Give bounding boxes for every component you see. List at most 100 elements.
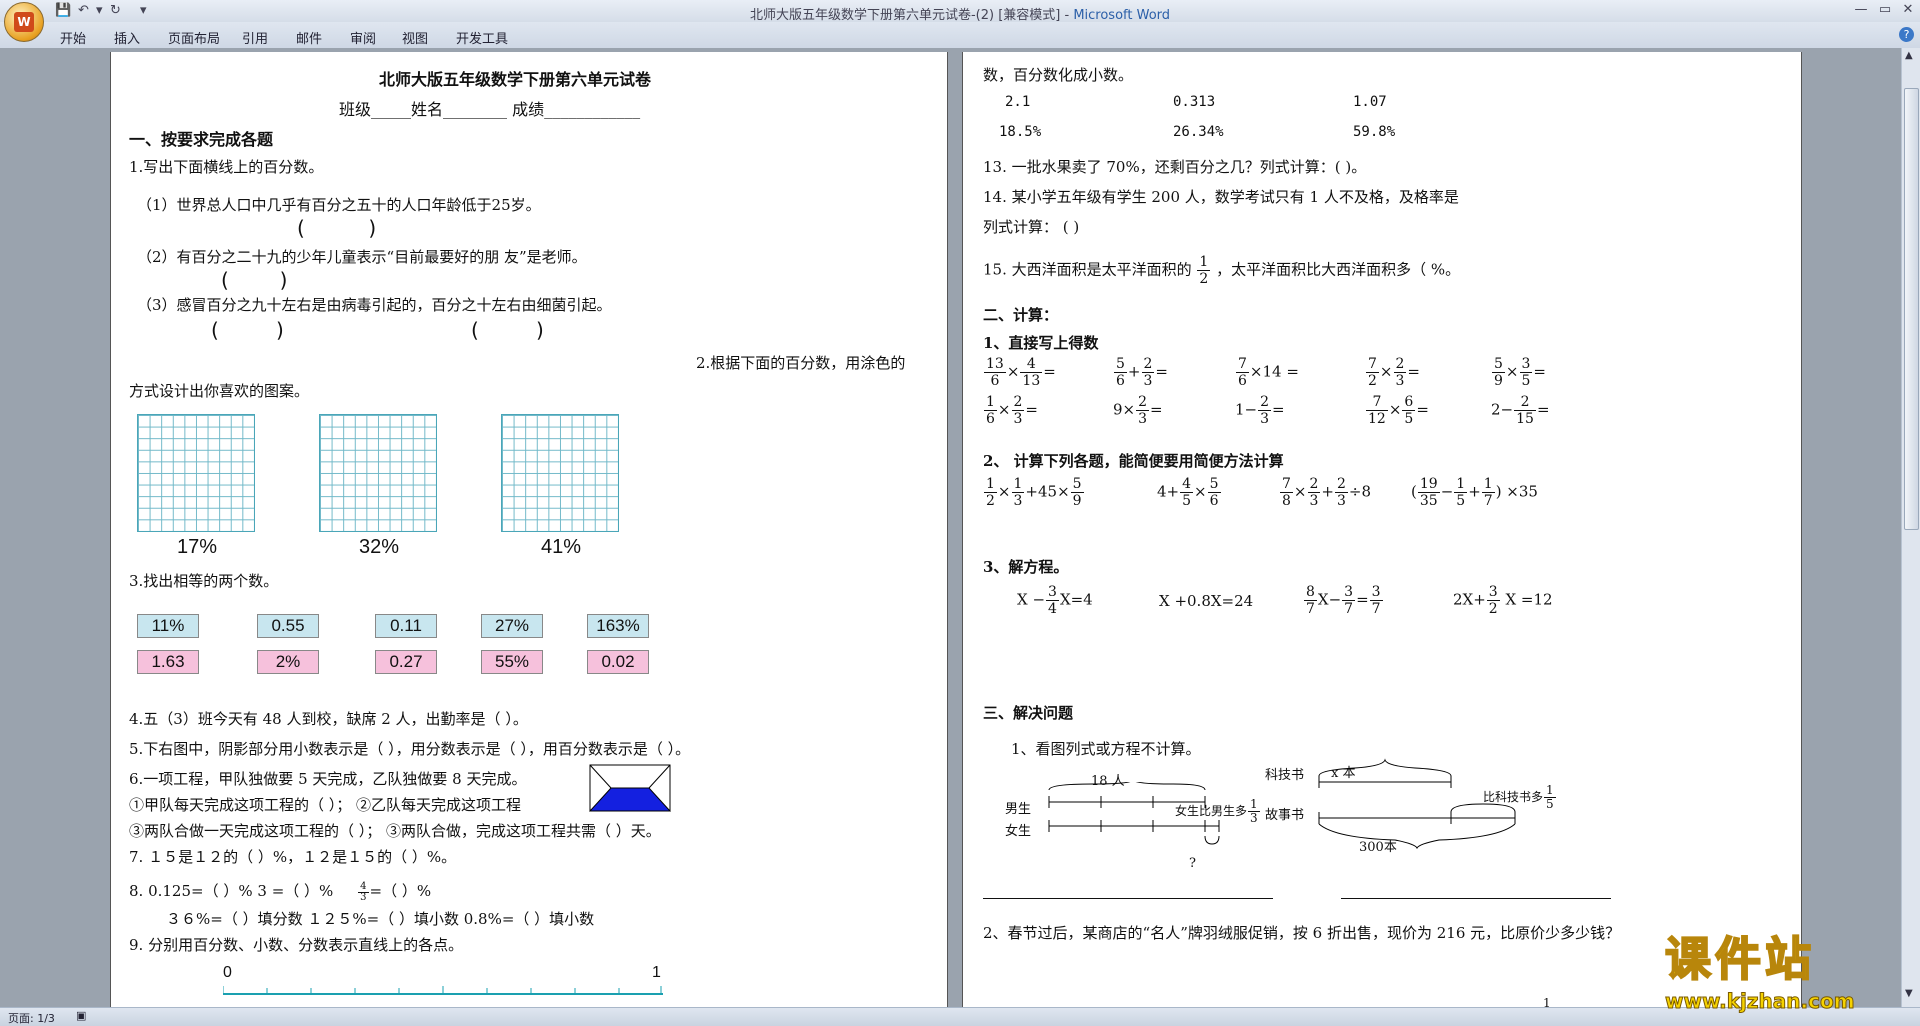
calc-item: 1− 2 3 =	[1235, 394, 1285, 427]
question-1-part-2: （2）有百分之二十九的少年儿童表示“目前最要好的朋 友”是老师。	[137, 248, 587, 266]
tab-mailings[interactable]: 邮件	[296, 28, 322, 47]
window-title: 北师大版五年级数学下册第六单元试卷-(2) [兼容模式] - Microsoft…	[0, 4, 1920, 23]
number-card: 0.27	[375, 650, 437, 674]
question-14-formula: 列式计算： ( )	[983, 218, 1080, 236]
number-card: 2%	[257, 650, 319, 674]
page-title: 北师大版五年级数学下册第六单元试卷	[379, 70, 652, 89]
answer-bracket: ( )	[297, 216, 377, 240]
calc-item: (19 35−1 5 +1 7) ×35	[1411, 476, 1538, 509]
calc-item: 4+ 4 5 × 5 6	[1157, 476, 1221, 509]
section-2-part-1: 1、直接写上得数	[983, 334, 1099, 352]
question-15-tail: ，太平洋面积比大西洋面积多（ %。	[1216, 260, 1461, 279]
calc-item: 7 12 × 6 5 =	[1366, 394, 1429, 427]
scroll-down-icon[interactable]: ▼	[1905, 988, 1913, 999]
grid-label: 32%	[359, 536, 400, 558]
section-2-part-2: 2、 计算下列各题，能简便要用简便方法计算	[983, 452, 1284, 470]
number-card: 0.02	[587, 650, 649, 674]
student-info-line: 班级_____姓名________ 成绩____________	[339, 100, 641, 119]
question-8-line-2: ３６%=（ ）填分数 １２５%=（ ）填小数 0.8%=（ ）填小数	[166, 910, 595, 928]
question-15-text: 15. 大西洋面积是太平洋面积的	[983, 260, 1192, 279]
question-15: 15. 大西洋面积是太平洋面积的 12 ，太平洋面积比大西洋面积多（ %。	[983, 254, 1460, 287]
question-8-line-1: 8. 0.125=（ ）% 3 =（ ）% 4 3 =（ ）%	[129, 880, 431, 903]
page-count-status[interactable]: 页面: 1/3	[8, 1010, 55, 1026]
answer-line	[1341, 898, 1611, 899]
page-2: 数，百分数化成小数。 2.1 0.313 1.07 18.5% 26.34% 5…	[962, 52, 1802, 1008]
calc-item: 7 2 × 2 3 =	[1366, 356, 1420, 389]
equation-1: X −3 4 X=4	[1017, 584, 1093, 617]
proofing-icon[interactable]: ▣	[76, 1009, 86, 1022]
scrollbar-thumb[interactable]	[1904, 88, 1919, 530]
diagram-label-science-books: 科技书	[1265, 768, 1305, 783]
question-6-part-1: ①甲队每天完成这项工程的（ ）； ②乙队每天完成这项工程	[129, 796, 522, 814]
ruler-start-label: 0	[223, 964, 232, 981]
answer-bracket: ( )	[211, 318, 284, 342]
convert-value: 0.313	[1173, 94, 1216, 110]
question-6-part-2: ③两队合做一天完成这项工程的（ ）； ③两队合做，完成这项工程共需（ ）天。	[129, 822, 661, 840]
convert-value: 26.34%	[1173, 124, 1224, 140]
question-4: 4.五（3）班今天有 48 人到校，缺席 2 人，出勤率是（ ）。	[129, 710, 528, 728]
word-logo-icon: W	[14, 12, 34, 32]
convert-value: 1.07	[1353, 94, 1387, 110]
tab-view[interactable]: 视图	[402, 28, 428, 47]
diagram-label-girls: 女生	[1005, 824, 1032, 839]
vertical-scrollbar[interactable]: ▲ ▼	[1901, 48, 1920, 1008]
hundred-grid[interactable]	[137, 414, 255, 532]
app-name: Microsoft Word	[1073, 8, 1171, 23]
fraction-4-3: 43	[358, 880, 369, 903]
answer-line	[983, 898, 1273, 899]
tab-review[interactable]: 审阅	[350, 28, 376, 47]
number-card: 55%	[481, 650, 543, 674]
close-icon[interactable]: ✕	[1897, 2, 1919, 18]
tab-page-layout[interactable]: 页面布局	[168, 28, 220, 47]
number-line-ruler	[223, 986, 663, 995]
calc-item: 5 9 × 3 5 =	[1492, 356, 1546, 389]
question-5: 5.下右图中，阴影部分用小数表示是（ ），用分数表示是（ ），用百分数表示是（ …	[129, 740, 691, 758]
status-bar: 页面: 1/3 ▣	[0, 1007, 1920, 1026]
equation-3: 8 7 X− 3 7 = 3 7	[1304, 584, 1383, 617]
document-title: 北师大版五年级数学下册第六单元试卷-(2) [兼容模式] -	[749, 8, 1074, 23]
watermark-name: 课件站	[1664, 931, 1815, 987]
calc-item: 9× 2 3 =	[1113, 394, 1163, 427]
maximize-icon[interactable]: ▭	[1874, 2, 1896, 18]
ribbon-tabs: 开始 插入 页面布局 引用 邮件 审阅 视图 开发工具 ?	[0, 22, 1920, 49]
convert-value: 59.8%	[1353, 124, 1396, 140]
problem-1: 1、看图列式或方程不计算。	[1011, 740, 1201, 758]
fraction-1-2: 12	[1197, 254, 1211, 287]
question-2-line-1: 2.根据下面的百分数，用涂色的	[696, 354, 906, 372]
tab-insert[interactable]: 插入	[114, 28, 140, 47]
answer-bracket: ( )	[221, 268, 288, 292]
diagram-label-boys: 男生	[1005, 802, 1032, 817]
calc-item: 5 6 +2 3 =	[1114, 356, 1168, 389]
question-9: 9. 分别用百分数、小数、分数表示直线上的各点。	[129, 936, 464, 954]
minimize-icon[interactable]: —	[1850, 2, 1872, 18]
question-1-part-3: （3）感冒百分之九十左右是由病毒引起的，百分之十左右由细菌引起。	[137, 296, 612, 314]
office-button[interactable]: W	[4, 2, 44, 42]
calc-item: 7 6 ×14 =	[1236, 356, 1299, 389]
question-14: 14. 某小学五年级有学生 200 人，数学考试只有 1 人不及格，及格率是	[983, 188, 1459, 206]
scroll-up-icon[interactable]: ▲	[1905, 50, 1913, 61]
section-2-part-3: 3、解方程。	[983, 558, 1069, 576]
hundred-grid[interactable]	[319, 414, 437, 532]
grid-label: 17%	[177, 536, 218, 558]
shaded-parallelogram-figure	[589, 764, 671, 812]
hundred-grid[interactable]	[501, 414, 619, 532]
tab-developer[interactable]: 开发工具	[456, 28, 508, 47]
watermark-url: www.kjzhan.com	[1665, 989, 1856, 1014]
question-13: 13. 一批水果卖了 70%，还剩百分之几？列式计算：( )。	[983, 158, 1367, 176]
site-watermark: 课件站 www.kjzhan.com	[1664, 923, 1905, 1014]
equation-4: 2X+ 3 2 X =12	[1453, 584, 1553, 617]
tab-references[interactable]: 引用	[242, 28, 268, 47]
number-card: 1.63	[137, 650, 199, 674]
tab-home[interactable]: 开始	[60, 28, 86, 47]
calc-item: 1 2 × 1 3 +45× 5 9	[984, 476, 1084, 509]
number-card: 11%	[137, 614, 199, 638]
help-icon[interactable]: ?	[1899, 27, 1914, 42]
document-workspace: 北师大版五年级数学下册第六单元试卷 班级_____姓名________ 成绩__…	[0, 48, 1902, 1008]
calc-item: 1 6 × 2 3 =	[984, 394, 1038, 427]
equation-2: X +0.8X=24	[1159, 592, 1254, 610]
question-7: 7. １５是１２的（ ）%，１２是１５的（ ）%。	[129, 848, 457, 866]
equation-4-tail: X =12	[1500, 590, 1553, 609]
section-1-heading: 一、按要求完成各题	[129, 130, 274, 149]
question-3: 3.找出相等的两个数。	[129, 572, 279, 590]
section-3-heading: 三、解决问题	[983, 704, 1074, 722]
